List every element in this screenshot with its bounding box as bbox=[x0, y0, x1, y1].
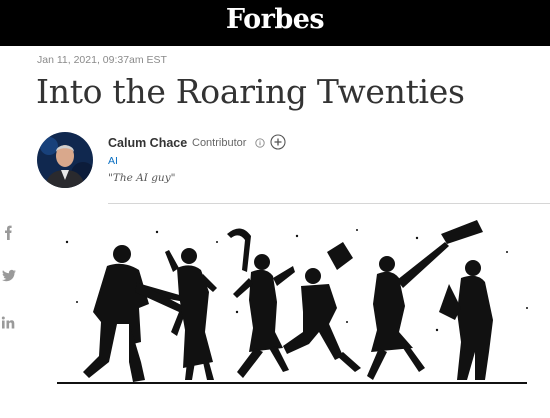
author-avatar[interactable] bbox=[37, 132, 93, 188]
follow-author-button[interactable] bbox=[270, 134, 286, 150]
linkedin-icon[interactable] bbox=[0, 315, 18, 331]
divider bbox=[108, 203, 550, 204]
top-bar: Forbes bbox=[0, 0, 550, 46]
author-topic-link[interactable]: AI bbox=[108, 155, 118, 167]
author-bio: "The AI guy" bbox=[108, 172, 176, 184]
info-icon[interactable] bbox=[255, 138, 265, 148]
author-name[interactable]: Calum Chace bbox=[108, 136, 187, 150]
twitter-icon[interactable] bbox=[0, 268, 18, 284]
hero-image bbox=[37, 212, 550, 418]
article-dateline: Jan 11, 2021, 09:37am EST bbox=[37, 54, 167, 66]
jazz-silhouettes-illustration bbox=[57, 220, 528, 384]
author-role: Contributor bbox=[192, 137, 247, 149]
article-title: Into the Roaring Twenties bbox=[36, 72, 465, 111]
forbes-logo[interactable]: Forbes bbox=[0, 4, 550, 35]
facebook-icon[interactable] bbox=[0, 224, 18, 240]
